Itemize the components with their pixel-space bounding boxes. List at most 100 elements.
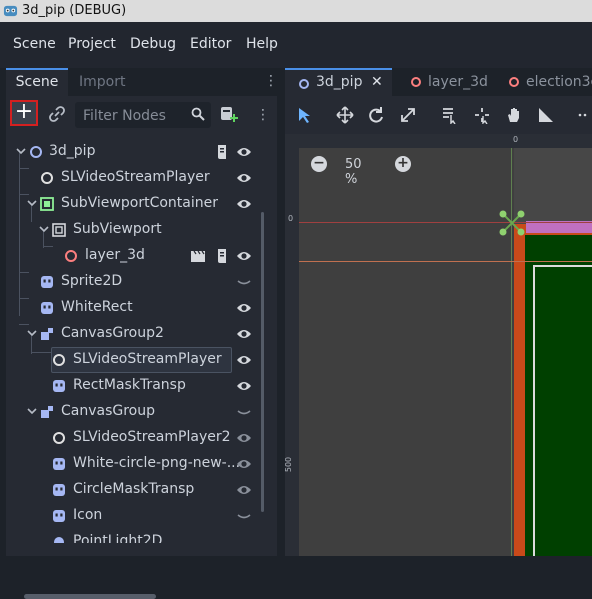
sprite-icon bbox=[53, 458, 65, 470]
visibility-eye-icon[interactable] bbox=[236, 483, 252, 497]
more-tools-icon[interactable] bbox=[577, 106, 592, 124]
tree-row-subviewport[interactable]: SubViewport bbox=[6, 217, 262, 243]
ruler-tool-icon[interactable] bbox=[537, 106, 555, 124]
scene-toolbar: + ⋮ bbox=[6, 96, 277, 134]
chevron-down-icon[interactable] bbox=[38, 223, 50, 235]
ruler-vertical[interactable]: 0 500 bbox=[284, 148, 299, 556]
tree-row-3d-pip[interactable]: 3d_pip bbox=[6, 139, 262, 165]
tree-row-whiterect[interactable]: WhiteRect bbox=[6, 295, 262, 321]
node3d-icon bbox=[30, 146, 42, 158]
canvas-toolbar bbox=[285, 96, 592, 134]
tree-row-slvideostreamplayer2[interactable]: SLVideoStreamPlayer2 bbox=[6, 425, 262, 451]
visibility-eye-icon[interactable] bbox=[236, 197, 252, 211]
canvas-viewport[interactable] bbox=[285, 134, 592, 556]
visibility-eye-icon[interactable] bbox=[236, 171, 252, 185]
tree-label: CanvasGroup bbox=[61, 403, 156, 419]
zoom-in-button[interactable]: + bbox=[395, 156, 411, 172]
pivot-handle-icon[interactable] bbox=[497, 208, 527, 238]
visibility-eye-icon[interactable] bbox=[236, 327, 252, 341]
filter-nodes-input[interactable] bbox=[81, 105, 185, 127]
menu-project[interactable]: Project bbox=[68, 36, 116, 52]
visibility-eye-icon[interactable] bbox=[236, 249, 252, 263]
add-node-button[interactable]: + bbox=[10, 100, 38, 126]
menu-editor[interactable]: Editor bbox=[190, 36, 231, 52]
tree-row-subviewportcontainer[interactable]: SubViewportContainer bbox=[6, 191, 262, 217]
origin-axis-y bbox=[511, 134, 512, 556]
tab-scene[interactable]: Scene bbox=[6, 68, 68, 96]
scene-options-icon[interactable]: ⋮ bbox=[256, 108, 270, 122]
tab-3d-pip[interactable]: 3d_pip ✕ bbox=[285, 68, 392, 96]
pan-tool-icon[interactable] bbox=[505, 106, 523, 124]
tree-row-sprite2d[interactable]: Sprite2D bbox=[6, 269, 262, 295]
tree-vertical-scrollbar[interactable] bbox=[261, 212, 264, 512]
tree-row-pointlight2d[interactable]: PointLight2D bbox=[6, 529, 262, 543]
link-icon[interactable] bbox=[48, 105, 66, 123]
tree-row-icon[interactable]: Icon bbox=[6, 503, 262, 529]
tree-row-white-circle[interactable]: White-circle-png-new-... bbox=[6, 451, 262, 477]
godot-logo-icon bbox=[3, 5, 18, 17]
filter-nodes-field[interactable] bbox=[75, 102, 211, 128]
tree-label: SLVideoStreamPlayer2 bbox=[73, 429, 231, 445]
list-select-icon[interactable] bbox=[441, 106, 459, 124]
tree-label: 3d_pip bbox=[49, 143, 96, 159]
tree-horizontal-scrollbar[interactable] bbox=[24, 594, 156, 599]
canvas-group-icon bbox=[41, 406, 53, 418]
tree-row-rectmasktransp[interactable]: RectMaskTransp bbox=[6, 373, 262, 399]
visibility-eye-icon[interactable] bbox=[236, 353, 252, 367]
visibility-eye-icon[interactable] bbox=[236, 431, 252, 445]
origin-axis-x bbox=[285, 222, 592, 223]
script-icon[interactable] bbox=[216, 144, 228, 160]
pivot-tool-icon[interactable] bbox=[473, 106, 491, 124]
node3d-icon bbox=[65, 250, 77, 262]
tree-row-canvasgroup[interactable]: CanvasGroup bbox=[6, 399, 262, 425]
subviewport-container-icon bbox=[40, 197, 54, 211]
tab-import[interactable]: Import bbox=[79, 68, 125, 96]
node3d-icon bbox=[411, 77, 421, 87]
tab-label: election3c bbox=[526, 74, 592, 90]
zoom-out-button[interactable]: − bbox=[311, 156, 327, 172]
ruler-horizontal[interactable]: 0 bbox=[285, 134, 592, 148]
instantiate-scene-icon[interactable] bbox=[220, 105, 238, 123]
tree-row-canvasgroup2[interactable]: CanvasGroup2 bbox=[6, 321, 262, 347]
chevron-down-icon[interactable] bbox=[26, 327, 38, 339]
select-tool-icon[interactable] bbox=[295, 106, 313, 124]
scale-tool-icon[interactable] bbox=[399, 106, 417, 124]
close-icon[interactable]: ✕ bbox=[371, 70, 383, 95]
dock-menu-icon[interactable]: ⋮ bbox=[264, 74, 278, 88]
hidden-eye-icon[interactable] bbox=[236, 405, 252, 419]
sprite-icon bbox=[41, 276, 53, 288]
visibility-eye-icon[interactable] bbox=[236, 145, 252, 159]
chevron-down-icon[interactable] bbox=[26, 405, 38, 417]
visibility-eye-icon[interactable] bbox=[236, 457, 252, 471]
script-icon[interactable] bbox=[216, 248, 228, 264]
tree-row-slvideostreamplayer-selected[interactable]: SLVideoStreamPlayer bbox=[6, 347, 262, 373]
node3d-icon bbox=[509, 77, 519, 87]
node3d-icon bbox=[299, 79, 309, 89]
chevron-down-icon[interactable] bbox=[26, 197, 38, 209]
visibility-eye-icon[interactable] bbox=[236, 301, 252, 315]
menu-help[interactable]: Help bbox=[246, 36, 278, 52]
video-stream-icon bbox=[41, 172, 53, 184]
tree-label: WhiteRect bbox=[61, 299, 133, 315]
menu-scene[interactable]: Scene bbox=[13, 36, 56, 52]
canvas-offscreen-area bbox=[285, 134, 514, 556]
zoom-level[interactable]: 50 % bbox=[345, 157, 362, 187]
tree-label: CircleMaskTransp bbox=[73, 481, 195, 497]
tree-label: SLVideoStreamPlayer bbox=[61, 169, 210, 185]
rotate-tool-icon[interactable] bbox=[367, 106, 385, 124]
visibility-eye-icon[interactable] bbox=[236, 379, 252, 393]
hidden-eye-icon[interactable] bbox=[236, 509, 252, 523]
tree-row-circlemasktransp[interactable]: CircleMaskTransp bbox=[6, 477, 262, 503]
menu-debug[interactable]: Debug bbox=[130, 36, 176, 52]
hidden-eye-icon[interactable] bbox=[236, 275, 252, 289]
tree-row-layer-3d[interactable]: layer_3d bbox=[6, 243, 262, 269]
clapperboard-icon[interactable] bbox=[190, 249, 206, 263]
video-stream-icon bbox=[53, 432, 65, 444]
window-title: 3d_pip (DEBUG) bbox=[22, 3, 127, 18]
tree-row-slvideostreamplayer[interactable]: SLVideoStreamPlayer bbox=[6, 165, 262, 191]
chevron-down-icon[interactable] bbox=[15, 145, 27, 157]
move-tool-icon[interactable] bbox=[336, 106, 354, 124]
ruler-label: 0 bbox=[513, 135, 519, 144]
window-titlebar: 3d_pip (DEBUG) bbox=[0, 0, 592, 22]
video-stream-icon bbox=[53, 354, 65, 366]
